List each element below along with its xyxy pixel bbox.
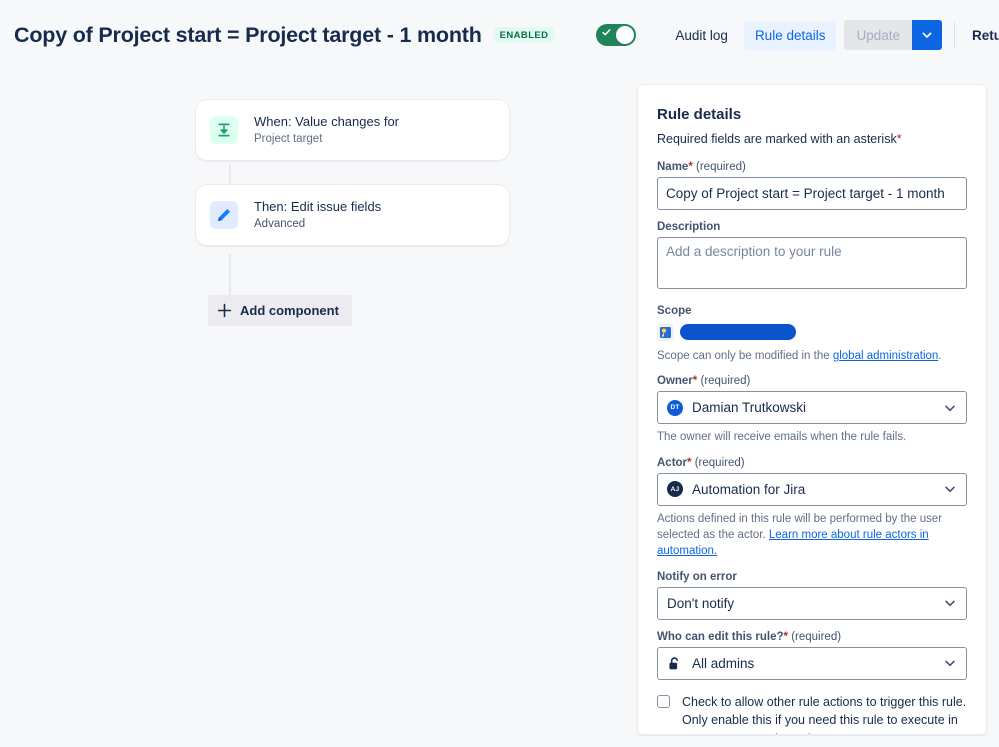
- name-required-text: (required): [696, 161, 746, 173]
- editors-label: Who can edit this rule?* (required): [657, 630, 842, 643]
- add-component-button[interactable]: Add component: [208, 295, 352, 326]
- notify-select[interactable]: Don't notify: [657, 586, 967, 620]
- unlock-icon: [669, 656, 679, 669]
- scope-helper-prefix: Scope can only be modified in the: [657, 350, 830, 362]
- return-to-rules-button[interactable]: Return to rules: [968, 21, 999, 50]
- notify-field-group: Notify on error Don't notify: [657, 571, 967, 620]
- owner-field-group: Owner* (required) DT Damian Trutkowski T…: [657, 375, 967, 445]
- rule-node-text: Then: Edit issue fields Advanced: [254, 198, 381, 232]
- scope-helper-suffix: .: [938, 350, 942, 362]
- check-icon: [602, 29, 611, 36]
- update-dropdown-button[interactable]: [912, 20, 943, 50]
- scope-value-row: [657, 321, 967, 343]
- status-badge: ENABLED: [493, 27, 555, 43]
- allow-trigger-label: Check to allow other rule actions to tri…: [682, 694, 967, 734]
- avatar: AJ: [667, 481, 683, 498]
- value-changes-icon: [210, 116, 238, 145]
- flow-connector: [229, 254, 231, 300]
- rule-details-panel: Rule details Required fields are marked …: [637, 84, 987, 735]
- rule-node-action[interactable]: Then: Edit issue fields Advanced: [195, 184, 510, 247]
- header-actions: Audit log Rule details Update Return to …: [665, 19, 999, 51]
- description-textarea[interactable]: [657, 237, 967, 289]
- editors-required-text: (required): [791, 630, 842, 643]
- notify-selected-value: Don't notify: [667, 595, 735, 611]
- panel-title: Rule details: [657, 106, 742, 123]
- rule-node-title: Then: Edit issue fields: [254, 199, 382, 215]
- project-avatar-icon: [657, 323, 674, 341]
- rule-node-title: When: Value changes for: [254, 114, 400, 129]
- add-component-label: Add component: [240, 303, 339, 318]
- allow-trigger-row: Check to allow other rule actions to tri…: [657, 693, 967, 734]
- header-divider: [954, 22, 956, 48]
- rule-node-subtitle: Project target: [254, 132, 323, 145]
- name-input[interactable]: [657, 177, 967, 210]
- rule-node-subtitle: Advanced: [254, 217, 306, 230]
- rule-details-button[interactable]: Rule details: [743, 20, 837, 50]
- owner-label-text: Owner: [657, 375, 693, 388]
- chevron-down-icon: [945, 405, 955, 411]
- editors-select[interactable]: All admins: [657, 646, 967, 680]
- owner-label: Owner* (required): [657, 375, 751, 388]
- actor-field-group: Actor* (required) AJ Automation for Jira…: [657, 457, 967, 560]
- actor-required-text: (required): [694, 456, 745, 469]
- audit-log-button[interactable]: Audit log: [665, 21, 738, 50]
- name-label-text: Name: [657, 161, 689, 173]
- update-split-button: Update: [844, 20, 943, 50]
- scope-label: Scope: [657, 305, 692, 317]
- actor-select[interactable]: AJ Automation for Jira: [657, 472, 967, 506]
- global-administration-link[interactable]: global administration: [833, 350, 938, 362]
- owner-select[interactable]: DT Damian Trutkowski: [657, 391, 967, 425]
- description-field-group: Description: [657, 221, 967, 294]
- owner-required-text: (required): [700, 375, 751, 388]
- plus-icon: [217, 303, 232, 318]
- asterisk-marker: *: [896, 132, 902, 146]
- notify-label: Notify on error: [657, 570, 737, 583]
- chevron-down-icon: [945, 486, 955, 493]
- editors-selected-value: All admins: [692, 655, 755, 671]
- toggle-knob: [616, 26, 635, 44]
- page-title: Copy of Project start = Project target -…: [14, 22, 482, 47]
- name-field-group: Name* (required): [657, 161, 967, 210]
- avatar: DT: [667, 399, 683, 416]
- required-fields-note: Required fields are marked with an aster…: [657, 132, 967, 146]
- required-note-text: Required fields are marked with an aster…: [657, 132, 897, 146]
- owner-selected-value: Damian Trutkowski: [692, 400, 807, 416]
- page-header: Copy of Project start = Project target -…: [0, 0, 999, 70]
- chevron-down-icon: [945, 660, 955, 667]
- actor-selected-value: Automation for Jira: [692, 481, 806, 497]
- pencil-icon: [210, 201, 238, 230]
- chevron-down-icon: [945, 600, 955, 607]
- editors-label-text: Who can edit this rule?: [657, 630, 784, 643]
- update-button[interactable]: Update: [844, 20, 913, 50]
- chevron-down-icon: [922, 32, 932, 38]
- actor-label-text: Actor: [657, 456, 688, 469]
- rule-flow-canvas: When: Value changes for Project target T…: [0, 70, 637, 747]
- scope-field-group: Scope Scope can only be modified in the …: [657, 305, 967, 364]
- rule-enabled-toggle[interactable]: [596, 24, 637, 46]
- rule-node-text: When: Value changes for Project target: [254, 113, 399, 147]
- scope-value-redacted: [680, 324, 796, 340]
- description-label: Description: [657, 221, 721, 233]
- allow-trigger-checkbox[interactable]: [657, 694, 670, 708]
- rule-chain: When: Value changes for Project target T…: [195, 99, 515, 326]
- name-label: Name* (required): [657, 161, 746, 173]
- scope-helper-text: Scope can only be modified in the global…: [657, 348, 967, 364]
- actor-helper-text: Actions defined in this rule will be per…: [657, 511, 967, 560]
- rule-node-trigger[interactable]: When: Value changes for Project target: [195, 99, 510, 162]
- actor-label: Actor* (required): [657, 456, 745, 469]
- owner-helper-text: The owner will receive emails when the r…: [657, 431, 907, 444]
- editors-field-group: Who can edit this rule?* (required) All …: [657, 631, 967, 680]
